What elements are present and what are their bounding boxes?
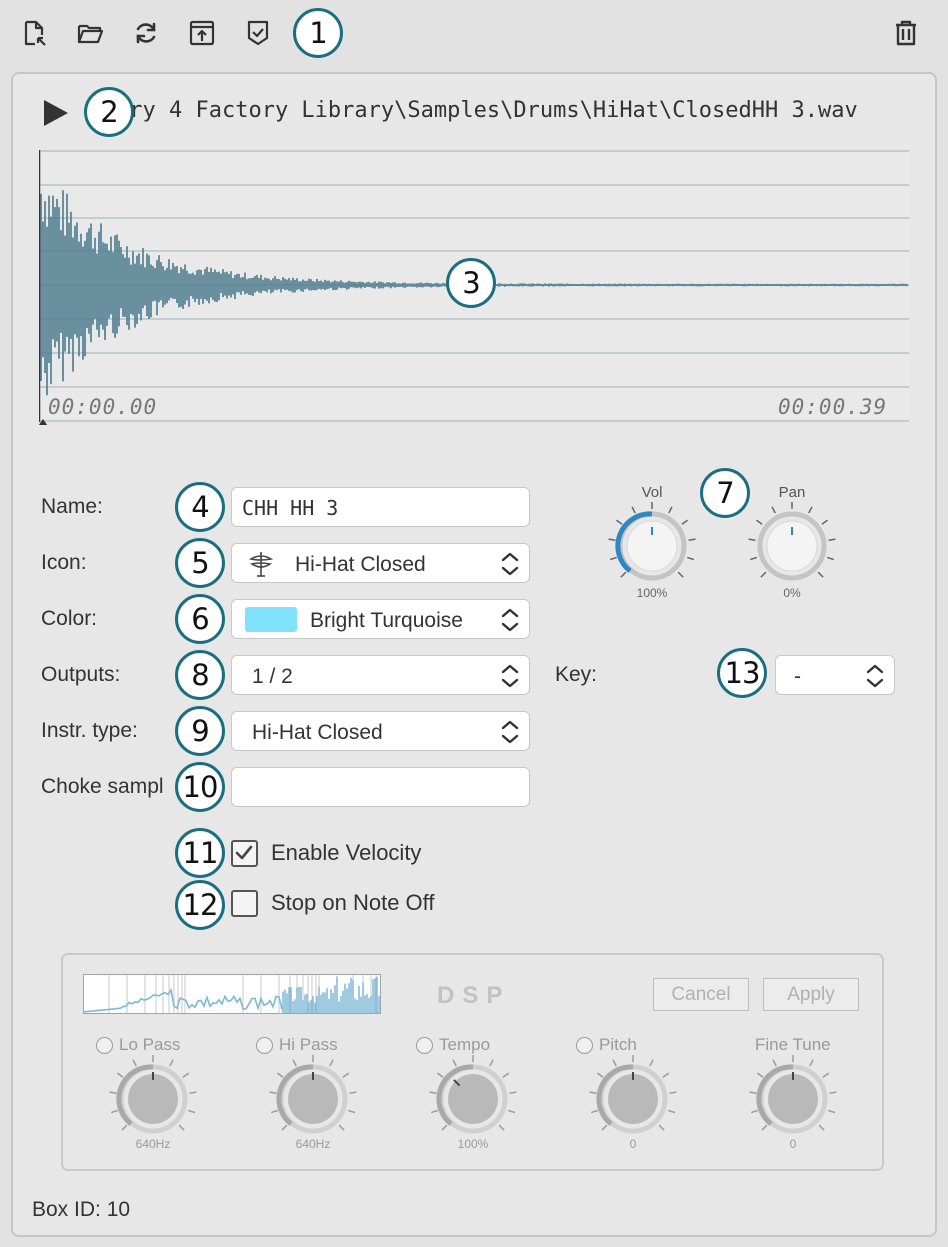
- refresh-icon[interactable]: [130, 16, 162, 50]
- checkmark-icon: [235, 845, 253, 860]
- dsp-apply-button[interactable]: Apply: [763, 978, 859, 1011]
- stop-note-off-label: Stop on Note Off: [271, 890, 435, 915]
- chevron-updown-icon: [866, 664, 884, 688]
- dsp-cancel-button[interactable]: Cancel: [653, 978, 749, 1011]
- color-label: Color:: [41, 607, 98, 630]
- hihat-icon: [248, 552, 274, 577]
- checkmark-shield-icon[interactable]: [242, 16, 274, 50]
- lo-pass-value: 640Hz: [135, 1137, 171, 1151]
- vol-label: Vol: [641, 484, 663, 501]
- pitch-knob[interactable]: [587, 1053, 679, 1150]
- outputs-select[interactable]: 1 / 2: [231, 655, 530, 695]
- name-value: CHH HH 3: [242, 496, 339, 520]
- new-file-icon[interactable]: [18, 16, 50, 50]
- key-value: -: [794, 665, 801, 688]
- name-input[interactable]: CHH HH 3: [231, 487, 530, 527]
- trash-icon[interactable]: [890, 16, 922, 50]
- lo-pass-label: Lo Pass: [119, 1035, 181, 1054]
- callout-5: 5: [175, 538, 225, 588]
- callout-10: 10: [175, 762, 225, 812]
- fine-tune-label: Fine Tune: [755, 1035, 831, 1054]
- callout-2: 2: [84, 87, 134, 137]
- callout-12: 12: [175, 880, 225, 930]
- fine-tune-value: 0: [789, 1137, 797, 1151]
- outputs-label: Outputs:: [41, 663, 121, 686]
- vol-knob[interactable]: [606, 500, 698, 597]
- pitch-label: Pitch: [599, 1035, 637, 1054]
- pitch-radio[interactable]: [576, 1037, 593, 1054]
- enable-velocity-checkbox[interactable]: [231, 840, 258, 867]
- export-icon[interactable]: [186, 16, 218, 50]
- callout-13: 13: [717, 648, 767, 698]
- chevron-updown-icon: [501, 552, 519, 576]
- pan-knob[interactable]: [746, 500, 838, 597]
- name-label: Name:: [41, 495, 103, 518]
- choke-label: Choke sampl: [41, 775, 164, 798]
- instr-type-label: Instr. type:: [41, 719, 138, 742]
- chevron-updown-icon: [501, 720, 519, 744]
- pitch-value: 0: [629, 1137, 637, 1151]
- instr-type-select[interactable]: Hi-Hat Closed: [231, 711, 530, 751]
- hi-pass-value: 640Hz: [295, 1137, 331, 1151]
- chevron-updown-icon: [501, 664, 519, 688]
- dsp-title: DSP: [437, 982, 511, 1009]
- open-folder-icon[interactable]: [74, 16, 106, 50]
- tempo-value: 100%: [457, 1137, 489, 1151]
- tempo-knob[interactable]: [427, 1053, 519, 1150]
- stop-note-off-checkbox[interactable]: [231, 890, 258, 917]
- color-value: Bright Turquoise: [310, 609, 463, 632]
- key-label: Key:: [555, 663, 598, 686]
- icon-label: Icon:: [41, 551, 87, 574]
- sample-path: ery 4 Factory Library\Samples\Drums\HiHa…: [116, 98, 858, 123]
- choke-input[interactable]: [231, 767, 530, 807]
- color-swatch: [245, 607, 297, 632]
- callout-1: 1: [293, 8, 343, 58]
- pan-value: 0%: [783, 586, 801, 600]
- box-id: Box ID: 10: [32, 1198, 131, 1221]
- color-select[interactable]: Bright Turquoise: [231, 599, 530, 639]
- lo-pass-knob[interactable]: [107, 1053, 199, 1150]
- pan-label: Pan: [778, 484, 806, 501]
- tempo-radio[interactable]: [416, 1037, 433, 1054]
- callout-4: 4: [175, 482, 225, 532]
- icon-value: Hi-Hat Closed: [295, 553, 426, 576]
- chevron-updown-icon: [501, 608, 519, 632]
- hi-pass-radio[interactable]: [256, 1037, 273, 1054]
- key-select[interactable]: -: [775, 655, 895, 695]
- vol-value: 100%: [636, 586, 668, 600]
- callout-3: 3: [446, 258, 496, 308]
- callout-6: 6: [175, 594, 225, 644]
- play-icon[interactable]: [40, 97, 72, 129]
- time-end: 00:00.39: [778, 395, 888, 419]
- callout-11: 11: [175, 828, 225, 878]
- callout-9: 9: [175, 706, 225, 756]
- icon-select[interactable]: Hi-Hat Closed: [231, 543, 530, 583]
- tempo-label: Tempo: [439, 1035, 491, 1054]
- hi-pass-label: Hi Pass: [279, 1035, 338, 1054]
- callout-7: 7: [700, 468, 750, 518]
- outputs-value: 1 / 2: [252, 665, 293, 688]
- fine-tune-knob[interactable]: [747, 1053, 839, 1150]
- hi-pass-knob[interactable]: [267, 1053, 359, 1150]
- dsp-spectrum: [83, 974, 381, 1019]
- lo-pass-radio[interactable]: [96, 1037, 113, 1054]
- time-start: 00:00.00: [48, 395, 158, 419]
- instr-type-value: Hi-Hat Closed: [252, 721, 383, 744]
- callout-8: 8: [175, 650, 225, 700]
- enable-velocity-label: Enable Velocity: [271, 840, 422, 865]
